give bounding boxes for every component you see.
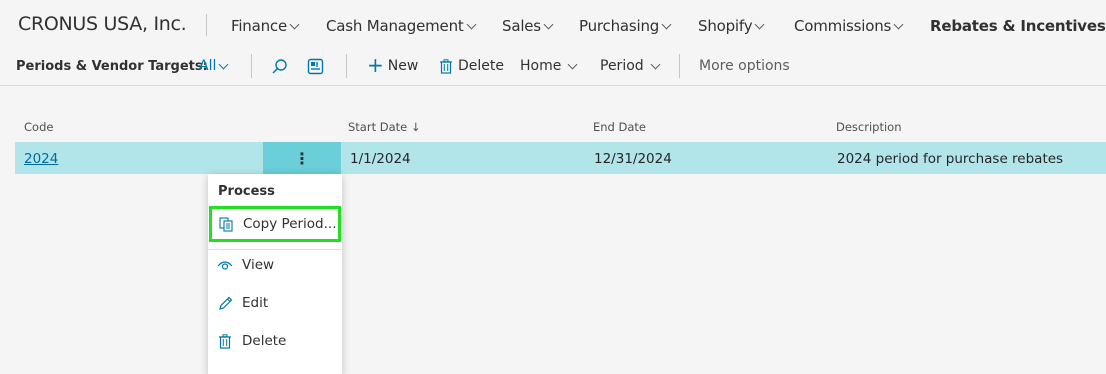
action-bar-divider	[679, 54, 680, 78]
column-header-end-date[interactable]: End Date	[593, 120, 646, 134]
nav-commissions[interactable]: Commissions	[794, 17, 904, 35]
delete-button-label: Delete	[458, 58, 504, 74]
chevron-down-icon	[661, 19, 672, 29]
new-button[interactable]: + New	[367, 52, 419, 77]
row-description: 2024 period for purchase rebates	[837, 151, 1064, 167]
chevron-down-icon	[893, 19, 904, 29]
home-menu[interactable]: Home	[520, 58, 578, 74]
delete-menu-item[interactable]: Delete	[208, 323, 342, 359]
layout-icon[interactable]	[306, 57, 324, 75]
nav-purchasing[interactable]: Purchasing	[579, 17, 672, 35]
home-menu-label: Home	[520, 58, 562, 74]
pencil-icon	[208, 296, 242, 311]
page-title: Periods & Vendor Targets:	[16, 59, 208, 74]
chevron-down-icon	[754, 19, 765, 29]
chevron-down-icon	[543, 19, 554, 29]
context-menu-section-title: Process	[218, 184, 275, 199]
chevron-down-icon	[567, 59, 578, 69]
column-header-code[interactable]: Code	[24, 120, 53, 134]
more-vertical-icon: ⋮	[294, 148, 310, 168]
copy-period-label: Copy Period...	[243, 216, 337, 232]
periods-list: Code Start Date ↓ End Date Description 2…	[0, 86, 1106, 365]
nav-shopify-label: Shopify	[698, 17, 753, 35]
action-bar-divider	[346, 54, 347, 78]
company-name[interactable]: CRONUS USA, Inc.	[18, 13, 187, 35]
nav-sales[interactable]: Sales	[502, 17, 554, 35]
more-options-button[interactable]: More options	[699, 58, 790, 74]
chevron-down-icon	[650, 59, 661, 69]
row-code-link[interactable]: 2024	[24, 151, 58, 167]
period-menu[interactable]: Period	[600, 58, 661, 74]
period-menu-label: Period	[600, 58, 644, 74]
chevron-down-icon	[218, 59, 229, 69]
chevron-down-icon	[289, 19, 300, 29]
new-button-label: New	[387, 58, 419, 74]
column-header-description[interactable]: Description	[836, 120, 902, 134]
row-end-date: 12/31/2024	[594, 151, 672, 167]
row-actions-button[interactable]: ⋮	[263, 142, 341, 174]
nav-rebates-incentives-label: Rebates & Incentives	[930, 17, 1106, 35]
edit-label: Edit	[242, 295, 269, 311]
trash-icon	[440, 58, 452, 74]
filter-label: All	[199, 58, 217, 74]
view-label: View	[242, 257, 275, 273]
row-context-menu: Process Copy Period... View Edit Delete	[208, 174, 342, 374]
trash-icon	[208, 333, 242, 349]
nav-shopify[interactable]: Shopify	[698, 17, 765, 35]
eye-icon	[208, 259, 242, 271]
delete-label: Delete	[242, 333, 287, 349]
nav-finance[interactable]: Finance	[231, 17, 300, 35]
nav-rebates-incentives[interactable]: Rebates & Incentives	[930, 17, 1106, 35]
action-bar: Periods & Vendor Targets: All + New Dele…	[0, 46, 1106, 86]
column-header-start-date[interactable]: Start Date ↓	[348, 120, 421, 134]
search-icon[interactable]	[270, 57, 288, 75]
nav-purchasing-label: Purchasing	[579, 17, 660, 35]
filter-dropdown[interactable]: All	[199, 58, 229, 74]
view-menu-item[interactable]: View	[208, 247, 342, 283]
copy-period-menu-item[interactable]: Copy Period...	[209, 206, 341, 242]
nav-commissions-label: Commissions	[794, 17, 892, 35]
action-bar-divider	[251, 54, 252, 78]
table-row[interactable]: 2024 ⋮ 1/1/2024 12/31/2024 2024 period f…	[15, 142, 1106, 174]
edit-menu-item[interactable]: Edit	[208, 285, 342, 321]
top-navigation-bar: CRONUS USA, Inc. Finance Cash Management…	[0, 0, 1106, 46]
row-start-date: 1/1/2024	[350, 151, 411, 167]
copy-icon	[209, 216, 243, 232]
nav-cash-management-label: Cash Management	[326, 17, 464, 35]
nav-divider	[206, 14, 207, 36]
plus-icon: +	[367, 52, 384, 77]
chevron-down-icon	[466, 19, 477, 29]
nav-sales-label: Sales	[502, 17, 541, 35]
nav-cash-management[interactable]: Cash Management	[326, 17, 477, 35]
delete-button[interactable]: Delete	[440, 58, 504, 74]
nav-finance-label: Finance	[231, 17, 287, 35]
